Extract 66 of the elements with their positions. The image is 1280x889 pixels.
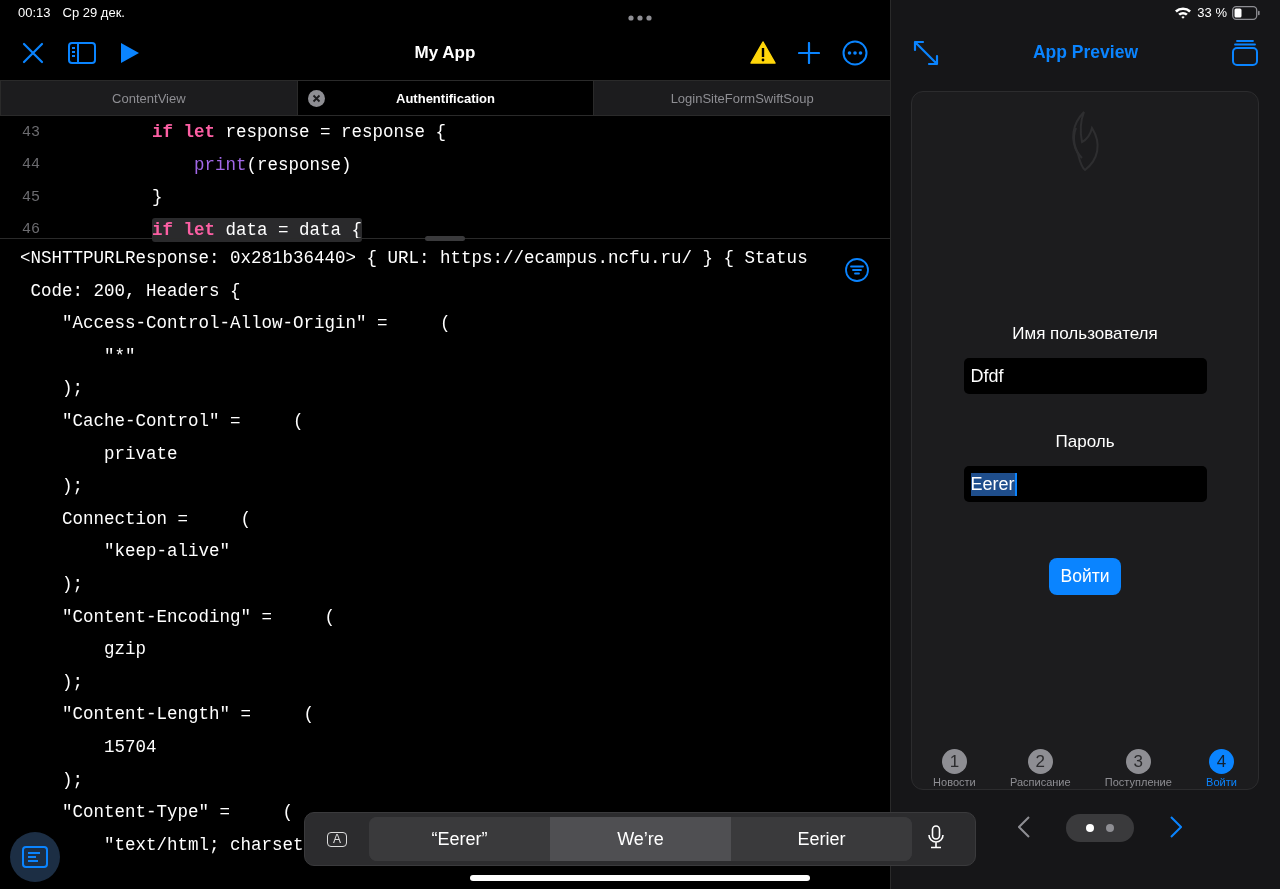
chevron-right-icon: [1169, 815, 1182, 838]
console-line: Code: 200, Headers {: [30, 279, 241, 303]
sidebar-icon[interactable]: [68, 41, 96, 64]
filter-icon[interactable]: [845, 258, 869, 282]
code-line: if let response = response {: [152, 121, 447, 145]
close-icon[interactable]: [22, 41, 44, 64]
plus-icon[interactable]: [798, 41, 820, 64]
battery-icon: [1232, 5, 1260, 20]
page-dot[interactable]: [1085, 824, 1094, 832]
close-tab-icon[interactable]: [307, 90, 325, 107]
chevron-left-icon: [1017, 815, 1030, 838]
tab-bar-item[interactable]: 2 Расписание: [1009, 749, 1071, 788]
field-label: Имя пользователя: [1012, 324, 1158, 344]
text-field[interactable]: Eerer: [963, 466, 1207, 502]
editor-tab[interactable]: Authentification: [296, 81, 594, 115]
play-icon[interactable]: [120, 41, 140, 64]
console-line: private: [104, 442, 178, 466]
warning-icon[interactable]: [750, 41, 776, 64]
console-icon: [22, 846, 48, 868]
field-label: Пароль: [1055, 432, 1115, 452]
field-value: Eerer: [970, 472, 1017, 496]
console-line: );: [62, 670, 83, 694]
console-line: "Content-Length" = (: [62, 703, 315, 727]
multitasking-dots-icon[interactable]: [628, 15, 652, 21]
resize-handle[interactable]: [425, 236, 465, 241]
tab-bar-item[interactable]: 1 Новости: [933, 749, 976, 788]
code-line: }: [152, 186, 163, 210]
line-number: 46: [21, 221, 40, 239]
battery-percent: 33 %: [1197, 5, 1227, 20]
console-line: "Content-Encoding" = (: [62, 605, 336, 629]
wifi-icon: [1174, 6, 1193, 19]
console-line: );: [62, 768, 83, 792]
tab-bar-item[interactable]: 3 Поступление: [1104, 749, 1172, 788]
console-line: "Cache-Control" = (: [62, 409, 304, 433]
line-number: 45: [21, 188, 40, 206]
code-line: print(response): [193, 153, 352, 177]
app-title: My App: [414, 42, 476, 62]
login-button[interactable]: Войти: [1048, 558, 1122, 595]
line-number: 43: [21, 123, 40, 141]
console-line: Connection = (: [62, 507, 252, 531]
page-control[interactable]: [1065, 814, 1134, 842]
console-line: gzip: [104, 638, 146, 662]
console-line: "Access-Control-Allow-Origin" = (: [62, 312, 451, 336]
console-line: );: [62, 377, 83, 401]
format-key[interactable]: A: [327, 831, 347, 847]
suggestion[interactable]: We’re: [550, 817, 731, 861]
console-line: <NSHTTPURLResponse: 0x281b36440> { URL: https://ecampus.ncfu.ru/ } { Status: [20, 247, 808, 270]
page-dot[interactable]: [1105, 824, 1114, 832]
status-time: 00:13: [18, 5, 51, 20]
console-line: 15704: [104, 735, 157, 759]
microphone-icon[interactable]: [928, 825, 944, 849]
console-line: "Content-Type" = (: [62, 801, 294, 825]
console-line: "text/html; charset: [104, 833, 304, 857]
console-line: );: [62, 572, 83, 596]
line-number: 44: [21, 156, 40, 174]
console-line: "keep-alive": [104, 540, 231, 564]
windows-icon[interactable]: [1232, 39, 1258, 66]
console-line: );: [62, 475, 83, 499]
console-line: "*": [104, 344, 136, 368]
text-field[interactable]: Dfdf: [963, 358, 1207, 394]
console-button[interactable]: [10, 832, 60, 882]
preview-title: App Preview: [1032, 42, 1138, 63]
more-icon[interactable]: [842, 39, 868, 66]
status-date: Ср 29 дек.: [62, 5, 125, 20]
field-value: Dfdf: [970, 365, 1004, 387]
expand-icon[interactable]: [913, 39, 939, 66]
